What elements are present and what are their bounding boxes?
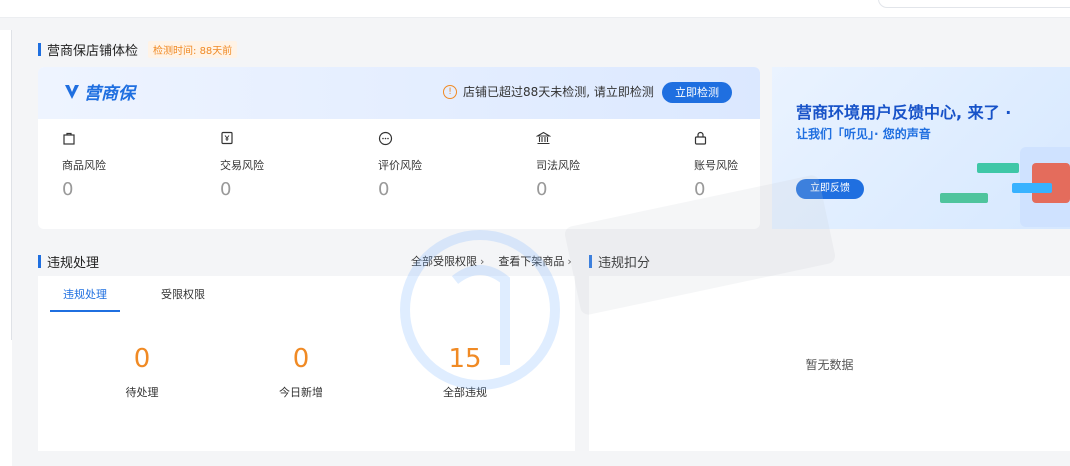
tab-violations[interactable]: 违规处理 (50, 286, 120, 312)
risk-value: 0 (62, 179, 74, 200)
stat-value: 15 (448, 344, 482, 374)
stat-label: 今日新增 (279, 386, 323, 399)
chevron-right-icon: › (480, 255, 485, 268)
risk-label: 司法风险 (536, 159, 580, 172)
risk-value: 0 (694, 179, 706, 200)
comment-icon (378, 127, 498, 149)
top-search-pill[interactable] (878, 0, 1070, 8)
link-text: 全部受限权限 (411, 255, 477, 268)
bag-icon (62, 127, 182, 149)
stat-all-violations[interactable]: 15 全部违规 (405, 344, 525, 400)
stat-pending[interactable]: 0 待处理 (82, 344, 202, 400)
lock-icon (694, 127, 754, 149)
violations-title: 违规处理 (47, 256, 100, 271)
view-removed-products-link[interactable]: 查看下架商品 › (498, 253, 571, 269)
overdue-warning: ! 店铺已超过88天未检测, 请立即检测 (443, 83, 654, 100)
risk-label: 账号风险 (694, 159, 738, 172)
store-card-header: 营商保 ! 店铺已超过88天未检测, 请立即检测 立即检测 (38, 67, 760, 119)
check-now-button[interactable]: 立即检测 (662, 82, 732, 103)
banner-illustration-tag (940, 193, 988, 203)
shield-v-icon (65, 84, 79, 99)
stat-label: 待处理 (125, 386, 159, 399)
violations-tabs: 违规处理 受限权限 (50, 286, 246, 312)
risk-value: 0 (378, 179, 390, 200)
chevron-right-icon: › (567, 255, 572, 268)
stat-value: 0 (292, 344, 310, 374)
violations-card: 违规处理 受限权限 0 待处理 0 今日新增 15 全部违规 (38, 276, 575, 451)
court-icon (536, 127, 656, 149)
banner-illustration-tag (977, 163, 1019, 173)
violations-links: 全部受限权限 › 查看下架商品 › (411, 253, 572, 269)
risk-item-review[interactable]: 评价风险 0 (378, 127, 498, 200)
store-health-card: 营商保 ! 店铺已超过88天未检测, 请立即检测 立即检测 商品风险 0 交易风… (38, 67, 760, 229)
top-bar (0, 0, 1070, 18)
section-bar (38, 43, 41, 56)
banner-subtitle: 让我们「听见」· 您的声音 (796, 127, 931, 141)
yuan-doc-icon (220, 127, 340, 149)
risk-item-product[interactable]: 商品风险 0 (62, 127, 182, 200)
yingshangbao-logo: 营商保 (62, 79, 135, 104)
risk-value: 0 (536, 179, 548, 200)
left-divider (11, 30, 12, 340)
banner-title: 营商环境用户反馈中心, 来了 · (796, 103, 1012, 122)
deduction-card: 暂无数据 (589, 276, 1070, 451)
risk-label: 评价风险 (378, 159, 422, 172)
risk-label: 商品风险 (62, 159, 106, 172)
feedback-banner[interactable]: 营商环境用户反馈中心, 来了 · 让我们「听见」· 您的声音 立即反馈 (772, 67, 1070, 229)
stat-today-new[interactable]: 0 今日新增 (241, 344, 361, 400)
violations-header: 违规处理 (38, 252, 99, 271)
empty-state-text: 暂无数据 (805, 358, 854, 372)
health-check-title: 营商保店铺体检 (47, 44, 139, 59)
check-time-tag: 检测时间: 88天前 (148, 41, 238, 58)
risk-label: 交易风险 (220, 159, 264, 172)
section-bar (38, 255, 41, 268)
risk-value: 0 (220, 179, 232, 200)
stat-value: 0 (133, 344, 151, 374)
warning-icon: ! (443, 84, 457, 99)
link-text: 查看下架商品 (498, 255, 565, 268)
stat-label: 全部违规 (443, 386, 487, 399)
health-check-header: 营商保店铺体检 检测时间: 88天前 (38, 40, 238, 59)
all-restricted-link[interactable]: 全部受限权限 › (411, 253, 484, 269)
tab-restricted[interactable]: 受限权限 (148, 286, 218, 312)
feedback-now-button[interactable]: 立即反馈 (796, 179, 864, 199)
banner-illustration-tag (1012, 183, 1052, 193)
section-bar (589, 255, 592, 268)
deduction-header: 违规扣分 (589, 252, 650, 271)
risk-item-account[interactable]: 账号风险 0 (694, 127, 754, 200)
logo-text: 营商保 (84, 84, 135, 104)
warning-text: 店铺已超过88天未检测, 请立即检测 (463, 85, 654, 99)
risk-item-trade[interactable]: 交易风险 0 (220, 127, 340, 200)
deduction-title: 违规扣分 (598, 256, 651, 271)
risk-item-legal[interactable]: 司法风险 0 (536, 127, 656, 200)
